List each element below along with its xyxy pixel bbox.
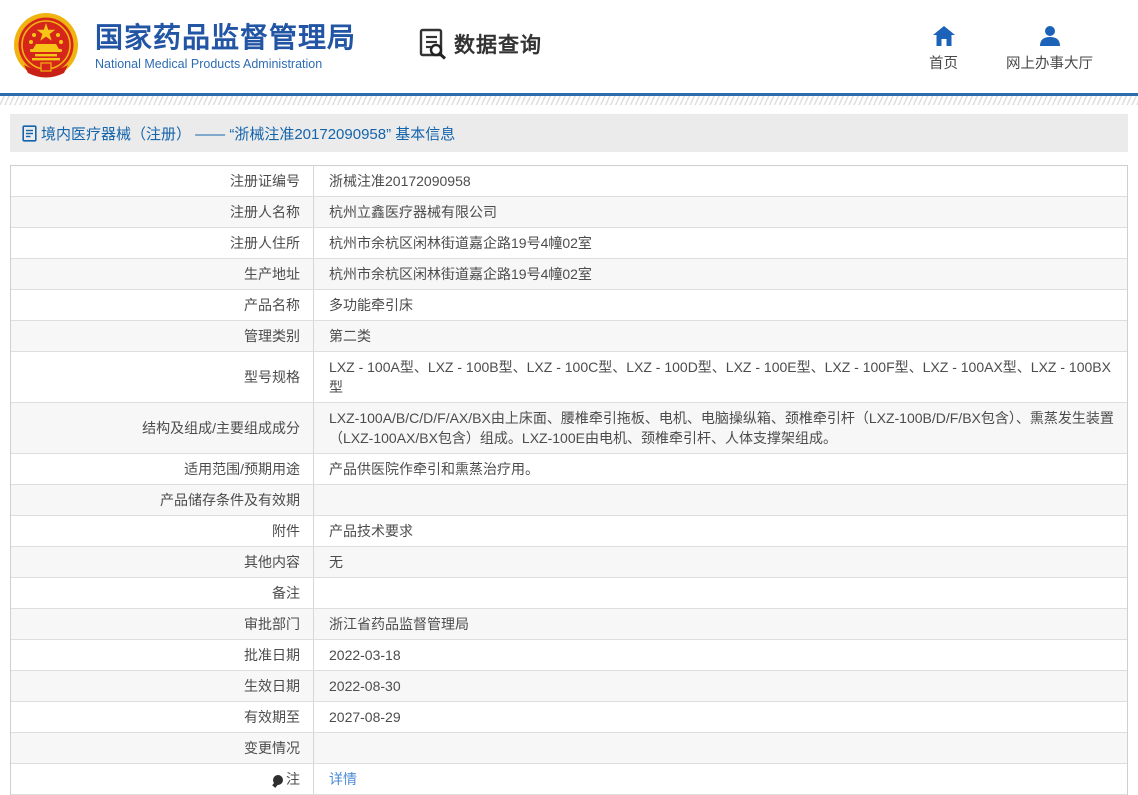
row-value: LXZ-100A/B/C/D/F/AX/BX由上床面、腰椎牵引拖板、电机、电脑操…	[314, 403, 1127, 453]
nav-home[interactable]: 首页	[929, 25, 958, 73]
row-value: 2022-08-30	[314, 671, 1127, 701]
table-row: 产品储存条件及有效期	[11, 485, 1127, 516]
row-label: 变更情况	[11, 733, 314, 763]
row-label: 生产地址	[11, 259, 314, 289]
bulb-icon	[273, 775, 283, 785]
row-label: 注册证编号	[11, 166, 314, 196]
table-row: 批准日期2022-03-18	[11, 640, 1127, 671]
row-value: 详情	[314, 764, 1127, 794]
row-value: 第二类	[314, 321, 1127, 351]
row-value: LXZ - 100A型、LXZ - 100B型、LXZ - 100C型、LXZ …	[314, 352, 1127, 402]
row-value: 杭州市余杭区闲林街道嘉企路19号4幢02室	[314, 228, 1127, 258]
table-row: 管理类别第二类	[11, 321, 1127, 352]
row-value: 浙械注准20172090958	[314, 166, 1127, 196]
nmpa-logo-group[interactable]: 国家药品监督管理局 National Medical Products Admi…	[10, 11, 356, 83]
row-label: 注	[11, 764, 314, 794]
row-label: 产品名称	[11, 290, 314, 320]
table-row: 变更情况	[11, 733, 1127, 764]
row-label: 管理类别	[11, 321, 314, 351]
table-row: 生效日期2022-08-30	[11, 671, 1127, 702]
site-header: 国家药品监督管理局 National Medical Products Admi…	[0, 0, 1138, 93]
data-query-icon	[418, 28, 448, 60]
table-row: 适用范围/预期用途产品供医院作牵引和熏蒸治疗用。	[11, 454, 1127, 485]
hatch-stripe-band	[0, 96, 1138, 105]
row-label: 生效日期	[11, 671, 314, 701]
nav-home-label: 首页	[929, 52, 958, 73]
table-row: 审批部门浙江省药品监督管理局	[11, 609, 1127, 640]
data-query-label: 数据查询	[454, 29, 542, 59]
row-value: 杭州市余杭区闲林街道嘉企路19号4幢02室	[314, 259, 1127, 289]
table-row: 注册人名称杭州立鑫医疗器械有限公司	[11, 197, 1127, 228]
table-row: 型号规格LXZ - 100A型、LXZ - 100B型、LXZ - 100C型、…	[11, 352, 1127, 403]
row-label: 备注	[11, 578, 314, 608]
row-value: 浙江省药品监督管理局	[314, 609, 1127, 639]
org-name-en: National Medical Products Administration	[95, 57, 356, 71]
table-row: 产品名称多功能牵引床	[11, 290, 1127, 321]
table-row: 生产地址杭州市余杭区闲林街道嘉企路19号4幢02室	[11, 259, 1127, 290]
header-nav: 首页 网上办事大厅	[929, 25, 1093, 73]
table-row: 其他内容无	[11, 547, 1127, 578]
row-value	[314, 578, 1127, 608]
data-query-section[interactable]: 数据查询	[418, 28, 542, 60]
row-value: 产品技术要求	[314, 516, 1127, 546]
row-label: 批准日期	[11, 640, 314, 670]
row-value: 无	[314, 547, 1127, 577]
row-label: 审批部门	[11, 609, 314, 639]
row-label: 其他内容	[11, 547, 314, 577]
row-value	[314, 485, 1127, 515]
row-label: 型号规格	[11, 352, 314, 402]
page-title-bar: 境内医疗器械（注册） —— “浙械注准20172090958” 基本信息	[10, 114, 1128, 152]
org-name-cn: 国家药品监督管理局	[95, 22, 356, 54]
row-value: 2027-08-29	[314, 702, 1127, 732]
document-icon	[22, 125, 37, 142]
row-label: 附件	[11, 516, 314, 546]
row-value: 杭州立鑫医疗器械有限公司	[314, 197, 1127, 227]
row-label: 注册人住所	[11, 228, 314, 258]
user-icon	[1038, 25, 1062, 47]
table-row: 备注	[11, 578, 1127, 609]
table-row: 注册人住所杭州市余杭区闲林街道嘉企路19号4幢02室	[11, 228, 1127, 259]
row-label: 有效期至	[11, 702, 314, 732]
nav-online-hall[interactable]: 网上办事大厅	[1006, 25, 1093, 73]
row-value: 2022-03-18	[314, 640, 1127, 670]
detail-link[interactable]: 详情	[329, 769, 357, 789]
nav-online-hall-label: 网上办事大厅	[1006, 52, 1093, 73]
home-icon	[932, 25, 956, 47]
registration-info-table: 注册证编号浙械注准20172090958注册人名称杭州立鑫医疗器械有限公司注册人…	[10, 165, 1128, 795]
table-row: 附件产品技术要求	[11, 516, 1127, 547]
row-value: 多功能牵引床	[314, 290, 1127, 320]
table-row: 有效期至2027-08-29	[11, 702, 1127, 733]
row-value	[314, 733, 1127, 763]
org-titles: 国家药品监督管理局 National Medical Products Admi…	[95, 22, 356, 70]
table-row: 结构及组成/主要组成成分LXZ-100A/B/C/D/F/AX/BX由上床面、腰…	[11, 403, 1127, 454]
row-label: 产品储存条件及有效期	[11, 485, 314, 515]
row-value: 产品供医院作牵引和熏蒸治疗用。	[314, 454, 1127, 484]
page-title: 境内医疗器械（注册） —— “浙械注准20172090958” 基本信息	[41, 123, 455, 144]
row-label: 注册人名称	[11, 197, 314, 227]
table-row: 注详情	[11, 764, 1127, 795]
row-label: 结构及组成/主要组成成分	[11, 403, 314, 453]
table-row: 注册证编号浙械注准20172090958	[11, 166, 1127, 197]
row-label: 适用范围/预期用途	[11, 454, 314, 484]
national-emblem-icon	[10, 11, 82, 83]
